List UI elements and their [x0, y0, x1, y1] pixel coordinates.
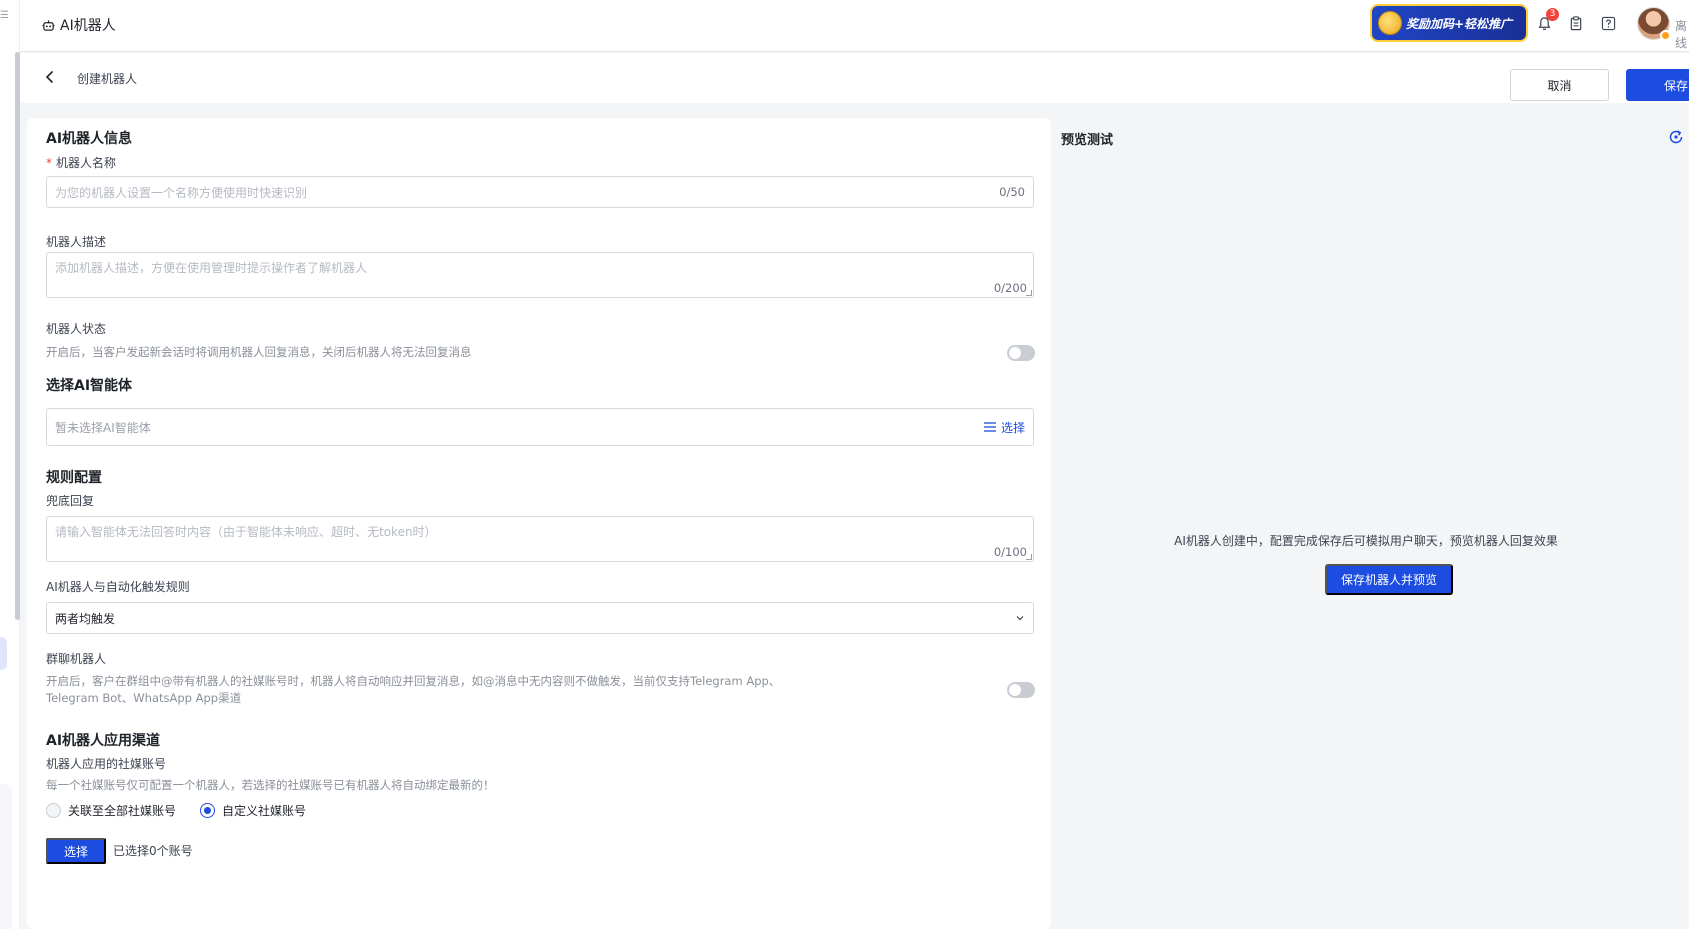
robot-name-placeholder: 为您的机器人设置一个名称方便使用时快速识别	[55, 185, 308, 200]
robot-description-textarea[interactable]: 添加机器人描述，方便在使用管理时提示操作者了解机器人 0/200	[46, 252, 1034, 298]
name-label-text: 机器人名称	[56, 156, 117, 170]
refresh-icon[interactable]	[1667, 128, 1685, 146]
back-arrow-icon[interactable]	[42, 69, 58, 85]
section-title-rules: 规则配置	[46, 470, 102, 486]
fallback-reply-textarea[interactable]: 请输入智能体无法回答时内容（由于智能体未响应、超时、无token时） 0/100	[46, 516, 1034, 562]
app-title-text: AI机器人	[60, 18, 116, 34]
name-label: * 机器人名称	[46, 154, 116, 171]
fallback-label: 兜底回复	[46, 494, 95, 508]
agent-selector[interactable]: 暂未选择AI智能体 选择	[46, 408, 1034, 446]
user-status-text[interactable]: 离线	[1675, 17, 1689, 51]
trigger-rule-select[interactable]: 两者均触发	[46, 602, 1034, 634]
selected-accounts-count: 已选择0个账号	[113, 844, 193, 858]
group-chat-hint-line-1: 开启后，客户在群组中@带有机器人的社媒账号时，机器人将自动响应并回复消息，如@消…	[46, 674, 781, 688]
preview-empty-text: AI机器人创建中，配置完成保存后可模拟用户聊天，预览机器人回复效果	[1174, 534, 1558, 548]
help-button[interactable]	[1599, 14, 1617, 32]
notification-button[interactable]: 3	[1535, 8, 1559, 32]
section-title-channel: AI机器人应用渠道	[46, 733, 161, 749]
preview-title: 预览测试	[1061, 133, 1114, 148]
account-label: 机器人应用的社媒账号	[46, 757, 167, 771]
sidebar-active-indicator	[0, 637, 7, 670]
preview-panel: 预览测试 AI机器人创建中，配置完成保存后可模拟用户聊天，预览机器人回复效果 保…	[1051, 118, 1689, 929]
robot-description-placeholder: 添加机器人描述，方便在使用管理时提示操作者了解机器人	[55, 261, 368, 275]
clipboard-icon	[1570, 15, 1582, 30]
select-accounts-button[interactable]: 选择	[46, 838, 106, 864]
account-hint: 每一个社媒账号仅可配置一个机器人，若选择的社媒账号已有机器人将自动绑定最新的！	[46, 778, 495, 792]
trigger-rule-label: AI机器人与自动化触发规则	[46, 580, 190, 594]
radio-all-accounts-dot[interactable]	[46, 803, 61, 818]
agent-choose-label: 选择	[1000, 420, 1025, 435]
radio-custom-accounts-label: 自定义社媒账号	[222, 804, 307, 818]
robot-name-counter: 0/50	[999, 185, 1025, 199]
robot-form: AI机器人信息 * 机器人名称 为您的机器人设置一个名称方便使用时快速识别 0/5…	[27, 118, 1051, 929]
top-bar: AI机器人 奖励加码+轻松推广 3 离线	[20, 0, 1689, 52]
help-icon	[1601, 16, 1615, 30]
resize-handle[interactable]	[1026, 290, 1032, 296]
desc-label: 机器人描述	[46, 235, 107, 249]
task-list-button[interactable]	[1567, 14, 1585, 32]
agent-placeholder: 暂未选择AI智能体	[55, 420, 151, 435]
robot-icon	[42, 19, 55, 31]
page-header: 创建机器人 取消 保存	[20, 53, 1689, 103]
radio-custom-accounts[interactable]: 自定义社媒账号	[200, 802, 306, 819]
agent-choose-button[interactable]: 选择	[983, 419, 1025, 436]
save-and-preview-button[interactable]: 保存机器人并预览	[1325, 564, 1453, 595]
fallback-reply-placeholder: 请输入智能体无法回答时内容（由于智能体未响应、超时、无token时）	[55, 525, 437, 539]
status-hint: 开启后，当客户发起新会话时将调用机器人回复消息，关闭后机器人将无法回复消息	[46, 345, 472, 359]
sidebar-scrollbar[interactable]	[15, 52, 20, 620]
section-title-agent: 选择AI智能体	[46, 378, 133, 394]
page-title: 创建机器人	[77, 72, 138, 86]
robot-description-counter: 0/200	[993, 281, 1027, 295]
group-chat-toggle[interactable]	[1007, 682, 1035, 698]
robot-status-toggle[interactable]	[1007, 345, 1035, 361]
fallback-reply-counter: 0/100	[993, 545, 1027, 559]
promo-text: 奖励加码+轻松推广	[1406, 16, 1513, 31]
radio-all-accounts-label: 关联至全部社媒账号	[68, 804, 177, 818]
resize-handle[interactable]	[1026, 554, 1032, 560]
radio-custom-accounts-dot[interactable]	[200, 803, 216, 818]
robot-name-input[interactable]: 为您的机器人设置一个名称方便使用时快速识别 0/50	[46, 176, 1034, 208]
group-chat-label: 群聊机器人	[46, 652, 107, 666]
required-asterisk: *	[46, 156, 52, 170]
sidebar-bottom-pane	[0, 784, 12, 929]
sidebar-strip: ☰	[0, 0, 20, 929]
avatar[interactable]	[1637, 7, 1671, 41]
app-title: AI机器人	[42, 15, 116, 35]
status-dot	[1660, 30, 1671, 41]
section-title-info: AI机器人信息	[46, 131, 133, 147]
account-scope-radio-group: 关联至全部社媒账号 自定义社媒账号	[46, 802, 306, 819]
chevron-down-icon	[1016, 616, 1024, 621]
list-icon	[983, 422, 996, 432]
save-button[interactable]: 保存	[1626, 69, 1689, 101]
status-label: 机器人状态	[46, 322, 107, 336]
promo-banner[interactable]: 奖励加码+轻松推广	[1370, 4, 1528, 42]
notification-badge: 3	[1546, 8, 1559, 21]
group-chat-hint-line-2: Telegram Bot、WhatsApp App渠道	[46, 691, 242, 705]
coin-icon	[1378, 11, 1402, 35]
cancel-button[interactable]: 取消	[1510, 69, 1609, 101]
radio-all-accounts[interactable]: 关联至全部社媒账号	[46, 802, 176, 819]
menu-icon[interactable]: ☰	[0, 10, 9, 21]
trigger-rule-value: 两者均触发	[55, 611, 116, 626]
